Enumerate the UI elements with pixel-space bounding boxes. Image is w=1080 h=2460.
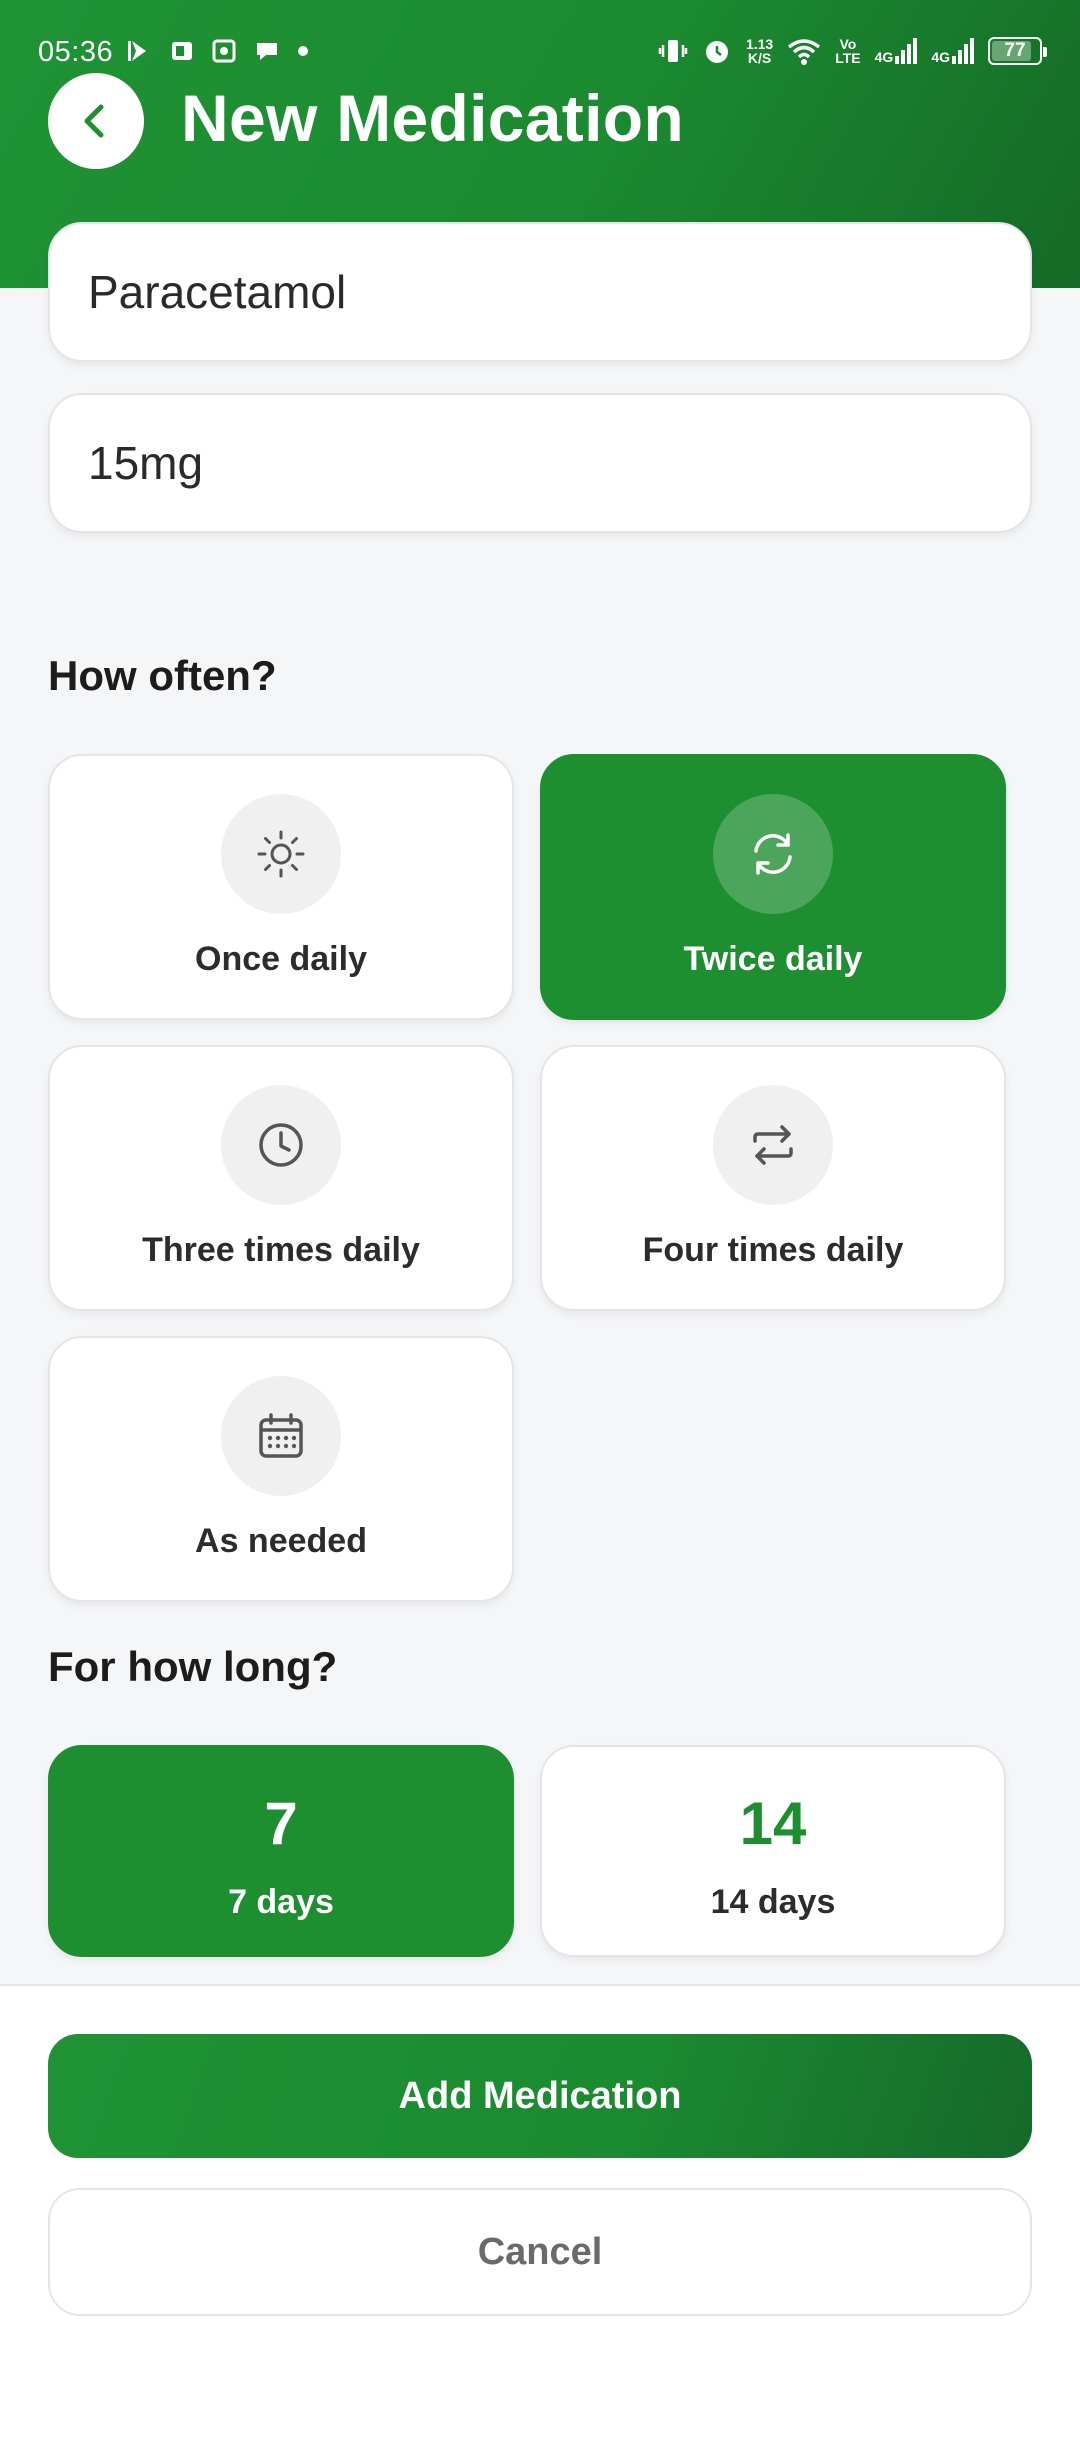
frequency-option-twice-daily[interactable]: Twice daily	[540, 754, 1006, 1020]
duration-option-7-days[interactable]: 7 7 days	[48, 1745, 514, 1957]
system-status-icons: 1.13 K/S Vo LTE 4G 4G 77	[658, 36, 1047, 66]
duration-number: 7	[264, 1790, 298, 1857]
add-medication-button[interactable]: Add Medication	[48, 2034, 1032, 2158]
frequency-option-label: Once daily	[195, 940, 367, 978]
navigation-arrow-icon	[128, 41, 146, 61]
frequency-option-once-daily[interactable]: Once daily	[48, 754, 514, 1020]
network-speed: 1.13 K/S	[745, 36, 774, 66]
signal-bars-icon	[895, 38, 918, 64]
vibrate-icon	[658, 40, 688, 62]
frequency-section-title: How often?	[48, 652, 277, 699]
volte-indicator: Vo LTE	[835, 36, 861, 66]
frequency-option-as-needed[interactable]: As needed	[48, 1336, 514, 1602]
chat-icon	[257, 43, 277, 60]
frequency-option-three-times-daily[interactable]: Three times daily	[48, 1045, 514, 1311]
new-medication-screen: 05:36 1.13 K/S Vo LTE 4G 4G 77 New Medic…	[0, 0, 1080, 2460]
frequency-option-four-times-daily[interactable]: Four times daily	[540, 1045, 1006, 1311]
duration-option-14-days[interactable]: 14 14 days	[540, 1745, 1006, 1957]
back-button[interactable]	[48, 73, 144, 169]
wifi-icon	[788, 39, 821, 65]
more-notifications-dot-icon	[298, 46, 308, 56]
office-app-icon	[172, 42, 192, 60]
calendar-icon	[259, 1413, 303, 1458]
frequency-option-label: Twice daily	[683, 940, 863, 978]
clock-icon	[259, 1123, 303, 1167]
dosage-input[interactable]	[88, 436, 1030, 490]
signal-strength-2: 4G	[931, 38, 974, 64]
chevron-left-icon	[84, 104, 104, 138]
dosage-field[interactable]	[48, 393, 1032, 533]
battery-indicator: 77	[988, 37, 1047, 65]
frequency-option-label: As needed	[195, 1522, 367, 1560]
frequency-option-label: Four times daily	[642, 1231, 904, 1269]
signal-strength-1: 4G	[875, 38, 918, 64]
medication-name-field[interactable]	[48, 222, 1032, 362]
duration-label: 14 days	[710, 1883, 836, 1921]
cancel-button[interactable]: Cancel	[48, 2188, 1032, 2316]
frequency-option-label: Three times daily	[142, 1231, 420, 1269]
page-title: New Medication	[181, 81, 684, 155]
alarm-icon	[705, 41, 728, 63]
status-time: 05:36	[38, 36, 114, 68]
duration-label: 7 days	[228, 1883, 334, 1921]
signal-bars-icon	[952, 38, 974, 64]
sync-icon	[754, 833, 792, 875]
duration-number: 14	[739, 1790, 807, 1857]
duration-section-title: For how long?	[48, 1643, 338, 1690]
notification-icons	[126, 38, 308, 64]
repeat-icon	[753, 1125, 793, 1165]
medication-name-input[interactable]	[88, 265, 1030, 319]
sun-icon	[257, 830, 305, 878]
screenshot-icon	[212, 39, 236, 63]
